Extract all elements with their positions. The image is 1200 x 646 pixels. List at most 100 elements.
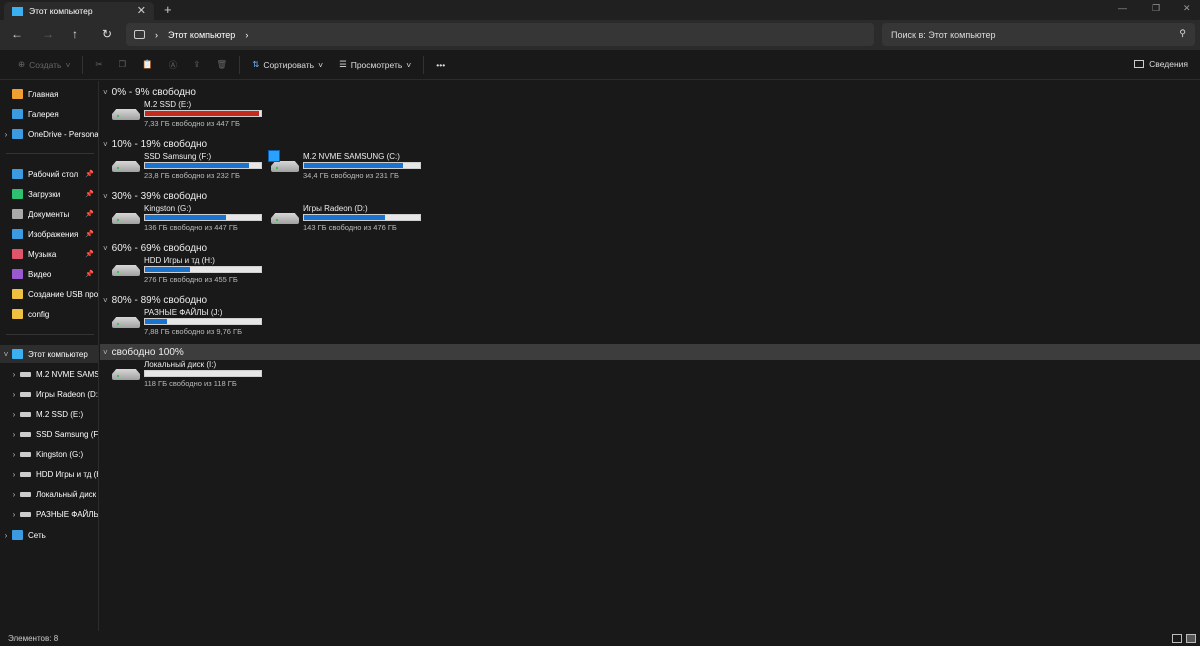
chevron-down-icon[interactable]: ˅: [103, 88, 108, 97]
sidebar-item[interactable]: › M.2 NVME SAMSUNG (C:): [0, 365, 98, 383]
usage-bar: [144, 266, 262, 273]
sidebar-item[interactable]: › Игры Radeon (D:): [0, 385, 98, 403]
chevron-icon[interactable]: ›: [8, 490, 20, 499]
back-button[interactable]: ←: [11, 27, 23, 41]
sidebar-item[interactable]: config: [0, 305, 98, 323]
sidebar-item[interactable]: › M.2 SSD (E:): [0, 405, 98, 423]
chevron-icon[interactable]: ˅: [0, 350, 12, 359]
sidebar-item-label: Галерея: [28, 109, 59, 119]
sidebar-item[interactable]: › SSD Samsung (F:): [0, 425, 98, 443]
new-tab-button[interactable]: +: [164, 2, 172, 17]
drive-tile[interactable]: Игры Radeon (D:) 143 ГБ свободно из 476 Г…: [259, 203, 421, 232]
forward-button[interactable]: →: [42, 27, 54, 41]
drive-tile[interactable]: HDD Игры и тд (H:) 276 ГБ свободно из 455…: [100, 255, 262, 284]
details-view-icon[interactable]: [1172, 634, 1182, 643]
group-header[interactable]: ˅ 10% - 19% свободно: [100, 136, 1200, 152]
refresh-button[interactable]: ↻: [102, 27, 112, 41]
drive-tile[interactable]: M.2 SSD (E:) 7,33 ГБ свободно из 447 ГБ: [100, 99, 262, 128]
pin-icon: 📌: [85, 191, 94, 198]
chevron-icon[interactable]: ›: [0, 531, 12, 540]
more-button[interactable]: •••: [428, 60, 453, 70]
drive-space: 276 ГБ свободно из 455 ГБ: [144, 275, 238, 284]
title-bar: Этот компьютер ✕ + — ❐ ✕: [0, 0, 1200, 20]
breadcrumb-chevron[interactable]: ›: [245, 30, 248, 40]
sidebar-item[interactable]: Галерея: [0, 105, 98, 123]
drive-tile[interactable]: M.2 NVME SAMSUNG (C:) 34,4 ГБ свободно из…: [259, 150, 421, 180]
create-button[interactable]: ⊕ Создать ˅: [10, 59, 78, 70]
address-row: ← → ↑ ↻ › Этот компьютер › Поиск в: Этот…: [0, 20, 1200, 50]
chevron-icon[interactable]: ›: [8, 410, 20, 419]
chevron-icon[interactable]: ›: [8, 430, 20, 439]
sidebar-item[interactable]: ˅ Этот компьютер: [0, 345, 98, 363]
chevron-icon[interactable]: ›: [8, 370, 20, 379]
sidebar-item-label: Музыка: [28, 249, 57, 259]
breadcrumb-this-pc[interactable]: Этот компьютер: [168, 30, 235, 40]
sidebar-item[interactable]: Главная: [0, 85, 98, 103]
chevron-icon[interactable]: ›: [8, 510, 20, 519]
sidebar-item-label: M.2 SSD (E:): [36, 409, 84, 419]
up-button[interactable]: ↑: [72, 27, 78, 41]
chevron-down-icon[interactable]: ˅: [103, 348, 108, 357]
sidebar-item[interactable]: › OneDrive - Personal: [0, 125, 98, 143]
tiles-view-icon[interactable]: [1186, 634, 1196, 643]
delete-icon[interactable]: 🗑: [208, 59, 235, 70]
chevron-icon[interactable]: ›: [0, 130, 12, 139]
item-count: Элементов: 8: [8, 634, 59, 643]
sidebar-item[interactable]: Изображения 📌: [0, 225, 98, 243]
chevron-icon[interactable]: ›: [8, 450, 20, 459]
drive-icon: [20, 491, 31, 497]
divider: [82, 55, 84, 74]
drive-tile[interactable]: Локальный диск (I:) 118 ГБ свободно из 11…: [100, 359, 262, 388]
drive-space: 143 ГБ свободно из 476 ГБ: [303, 223, 397, 232]
chevron-down-icon[interactable]: ˅: [103, 296, 108, 305]
usage-bar: [144, 214, 262, 221]
sidebar-item[interactable]: › Локальный диск (I:): [0, 485, 98, 503]
maximize-button[interactable]: ❐: [1152, 3, 1160, 14]
copy-icon[interactable]: ❐: [111, 59, 135, 70]
drive-tile[interactable]: SSD Samsung (F:) 23,8 ГБ свободно из 232 …: [100, 151, 262, 180]
search-input[interactable]: Поиск в: Этот компьютер ⚲: [882, 23, 1195, 46]
sidebar-item-label: OneDrive - Personal: [28, 129, 98, 139]
sidebar-item[interactable]: › РАЗНЫЕ ФАЙЛЫ (J:): [0, 505, 98, 523]
details-button[interactable]: Сведения: [1134, 59, 1188, 69]
drive-tile[interactable]: РАЗНЫЕ ФАЙЛЫ (J:) 7,88 ГБ свободно из 9,7…: [100, 307, 262, 336]
address-bar[interactable]: › Этот компьютер ›: [126, 23, 874, 46]
cut-icon[interactable]: ✂: [87, 59, 110, 70]
share-icon[interactable]: ⇪: [185, 59, 208, 70]
group-header[interactable]: ˅ 0% - 9% свободно: [100, 84, 1200, 100]
chevron-down-icon[interactable]: ˅: [103, 244, 108, 253]
chevron-down-icon[interactable]: ˅: [103, 140, 108, 149]
sidebar-item[interactable]: Рабочий стол 📌: [0, 165, 98, 183]
group-header[interactable]: ˅ 60% - 69% свободно: [100, 240, 1200, 256]
sidebar-item[interactable]: Музыка 📌: [0, 245, 98, 263]
group-header[interactable]: ˅ 30% - 39% свободно: [100, 188, 1200, 204]
folder-icon: [12, 309, 23, 319]
rename-icon[interactable]: Ⓐ: [161, 59, 186, 71]
sidebar-item[interactable]: › HDD Игры и тд (H:): [0, 465, 98, 483]
sort-button[interactable]: ⇅ Сортировать ˅: [244, 59, 331, 70]
close-tab-icon[interactable]: ✕: [137, 4, 146, 17]
sidebar-item[interactable]: Видео 📌: [0, 265, 98, 283]
chevron-down-icon[interactable]: ˅: [103, 192, 108, 201]
network-icon: [12, 530, 23, 540]
minimize-button[interactable]: —: [1118, 3, 1127, 13]
drive-tile[interactable]: Kingston (G:) 136 ГБ свободно из 447 ГБ: [100, 203, 262, 232]
sidebar-item[interactable]: › Kingston (G:): [0, 445, 98, 463]
close-window-button[interactable]: ✕: [1183, 3, 1191, 14]
sidebar-item[interactable]: › Сеть: [0, 526, 98, 544]
drive-space: 34,4 ГБ свободно из 231 ГБ: [303, 171, 399, 180]
sidebar-item[interactable]: Документы 📌: [0, 205, 98, 223]
sidebar-item[interactable]: Загрузки 📌: [0, 185, 98, 203]
paste-icon[interactable]: 📋: [134, 59, 161, 70]
group-header[interactable]: ˅ 80% - 89% свободно: [100, 292, 1200, 308]
view-button[interactable]: ☰ Просмотреть ˅: [331, 59, 419, 70]
chevron-icon[interactable]: ›: [8, 390, 20, 399]
sidebar-divider: [6, 153, 94, 154]
drive-icon: [20, 451, 31, 457]
sidebar-item[interactable]: Создание USB прошивки: [0, 285, 98, 303]
chevron-icon[interactable]: ›: [8, 470, 20, 479]
usage-bar-fill: [145, 267, 191, 272]
group-header[interactable]: ˅ свободно 100%: [100, 344, 1200, 360]
computer-icon: [12, 6, 23, 16]
tab-this-pc[interactable]: Этот компьютер ✕: [4, 2, 154, 20]
